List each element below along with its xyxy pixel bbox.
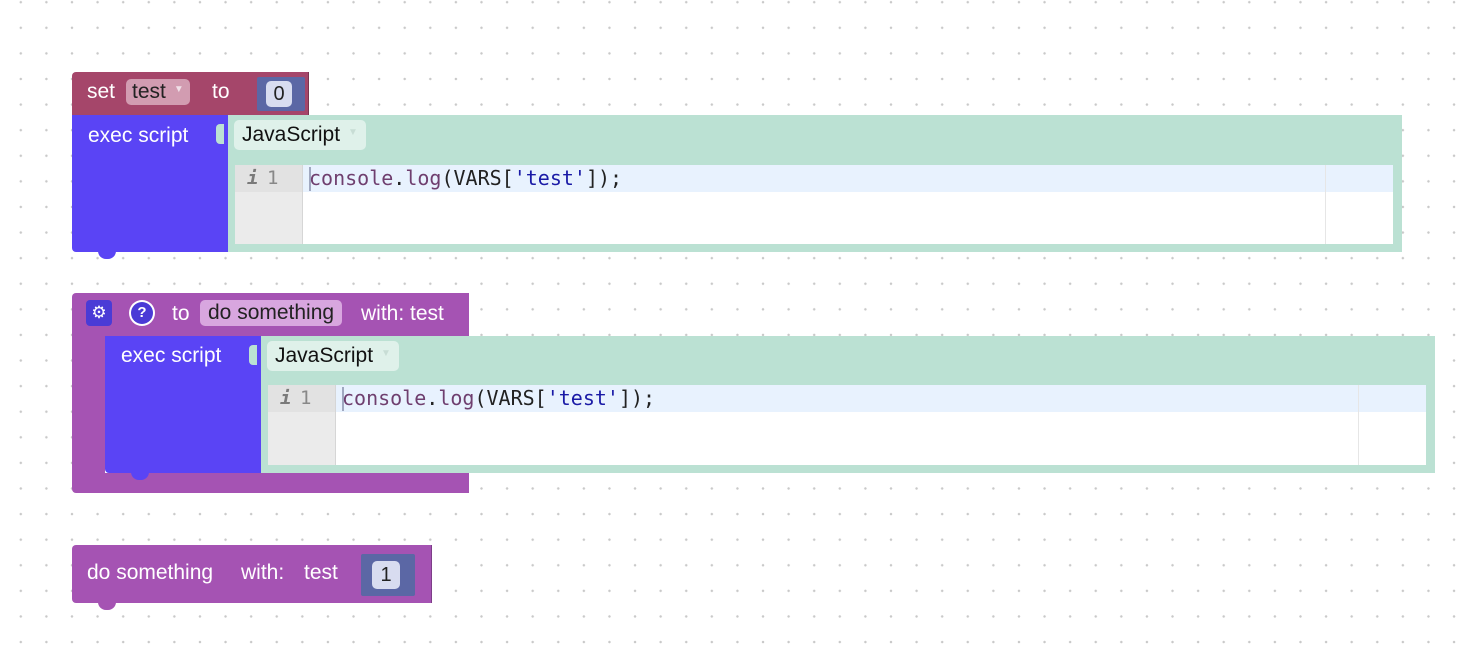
input-connector xyxy=(249,345,257,365)
exec-script-block[interactable]: exec script xyxy=(72,115,228,259)
dropdown-arrow-icon: ▼ xyxy=(381,348,391,360)
number-block[interactable]: 0 xyxy=(257,77,305,111)
procedure-name-field[interactable]: do something xyxy=(200,300,343,326)
code-token: 'test' xyxy=(546,386,619,410)
gutter-line: i 1 xyxy=(235,165,302,192)
code-line[interactable]: console.log(VARS['test']); xyxy=(342,385,655,412)
info-icon: i xyxy=(280,387,292,409)
code-token: 'test' xyxy=(513,166,586,190)
exec-script-block[interactable]: exec script xyxy=(105,336,261,480)
next-connector xyxy=(98,602,116,610)
code-token: (VARS[ xyxy=(441,166,514,190)
print-margin xyxy=(1358,385,1359,465)
input-connector xyxy=(216,124,224,144)
language-dropdown[interactable]: JavaScript ▼ xyxy=(234,120,366,151)
language-value: JavaScript xyxy=(275,344,374,367)
exec-script-label: exec script xyxy=(121,344,222,367)
with-label: with: xyxy=(241,561,285,584)
code-input-panel: JavaScript ▼ i 1 console.log(VARS['test']… xyxy=(216,115,1402,252)
to-label: to xyxy=(172,302,190,325)
line-number: 1 xyxy=(300,387,312,409)
mutator-gear-button[interactable]: ⚙ xyxy=(86,300,112,326)
help-button[interactable]: ? xyxy=(129,300,155,326)
editor-gutter: i 1 xyxy=(268,385,336,465)
code-input-panel: JavaScript ▼ i 1 console.log(VARS['test']… xyxy=(249,336,1435,473)
number-field[interactable]: 1 xyxy=(372,561,400,589)
code-token: console xyxy=(342,386,427,410)
number-block[interactable]: 1 xyxy=(361,554,415,596)
dropdown-arrow-icon: ▼ xyxy=(173,84,184,96)
procedure-definition-block[interactable]: ⚙ ? to do something with: test xyxy=(72,293,469,336)
variable-name: test xyxy=(132,80,166,103)
to-label: to xyxy=(212,80,230,103)
line-number: 1 xyxy=(267,167,279,189)
help-icon: ? xyxy=(131,302,153,324)
code-line[interactable]: console.log(VARS['test']); xyxy=(309,165,622,192)
editor-gutter: i 1 xyxy=(235,165,303,244)
code-token: log xyxy=(438,386,475,410)
code-token: ]); xyxy=(618,386,656,410)
set-label: set xyxy=(87,80,116,103)
code-token: ]); xyxy=(585,166,623,190)
set-variable-block[interactable]: set test ▼ to 0 xyxy=(72,72,309,122)
gutter-line: i 1 xyxy=(268,385,335,412)
call-name-label: do something xyxy=(87,561,214,584)
info-icon: i xyxy=(247,167,259,189)
procedure-call-block[interactable]: do something with: test 1 xyxy=(72,545,432,610)
language-value: JavaScript xyxy=(242,123,341,146)
exec-script-label: exec script xyxy=(88,124,189,147)
code-token: . xyxy=(426,386,439,410)
code-token: . xyxy=(393,166,406,190)
dropdown-arrow-icon: ▼ xyxy=(348,127,358,139)
number-field[interactable]: 0 xyxy=(266,81,292,107)
variable-dropdown[interactable]: test ▼ xyxy=(126,79,190,106)
print-margin xyxy=(1325,165,1326,244)
procedure-body-side xyxy=(72,336,105,473)
code-editor[interactable]: i 1 console.log(VARS['test']); xyxy=(268,385,1426,465)
params-label: with: test xyxy=(361,302,444,325)
code-token: (VARS[ xyxy=(474,386,547,410)
next-connector xyxy=(98,251,116,259)
code-token: console xyxy=(309,166,394,190)
code-editor[interactable]: i 1 console.log(VARS['test']); xyxy=(235,165,1393,244)
code-token: log xyxy=(405,166,442,190)
gear-icon: ⚙ xyxy=(91,303,107,322)
param-name-label: test xyxy=(304,561,338,584)
language-dropdown[interactable]: JavaScript ▼ xyxy=(267,341,399,372)
